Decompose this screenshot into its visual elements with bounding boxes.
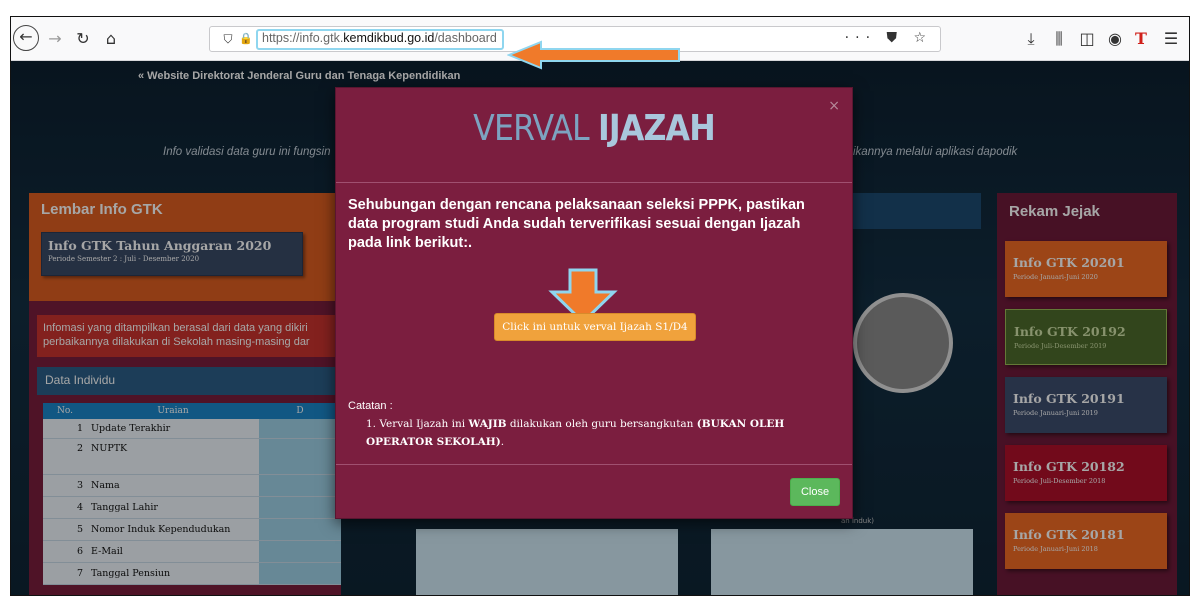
table-row: 4 Tanggal Lahir xyxy=(43,497,341,519)
modal-title: VERVAL IJAZAH xyxy=(367,108,821,149)
modal-title-verval: VERVAL xyxy=(473,108,590,149)
pocket-icon[interactable]: ⛊ xyxy=(886,30,903,46)
rekam-jejak-item[interactable]: Info GTK 20182 Periode Juli-Desember 201… xyxy=(1005,445,1167,501)
avatar xyxy=(853,293,953,393)
menu-icon[interactable]: ☰ xyxy=(1159,27,1183,51)
annotation-arrow-icon xyxy=(507,40,680,70)
url-actions: ··· ⛊ ☆ xyxy=(845,30,932,46)
table-row: 3 Nama xyxy=(43,475,341,497)
rekam-item-title: Info GTK 20182 xyxy=(1013,459,1125,474)
lembar-info-title: Lembar Info GTK xyxy=(41,201,163,218)
rekam-item-period: Periode Juli-Desember 2019 xyxy=(1014,342,1107,350)
rekam-item-period: Periode Januari-Juni 2018 xyxy=(1013,545,1098,553)
modal-footer-divider xyxy=(336,464,852,465)
verval-ijazah-button[interactable]: Click ini untuk verval Ijazah S1/D4 xyxy=(494,313,696,341)
site-link[interactable]: « Website Direktorat Jenderal Guru dan T… xyxy=(138,70,460,82)
back-icon[interactable]: ← xyxy=(13,25,39,51)
table-header: No. Uraian D xyxy=(43,403,341,419)
close-button[interactable]: Close xyxy=(790,478,840,506)
rekam-jejak-panel: Rekam Jejak Info GTK 20201 Periode Janua… xyxy=(997,193,1177,595)
close-icon[interactable]: × xyxy=(828,98,840,114)
downloads-icon[interactable]: ⤓ xyxy=(1019,27,1043,51)
lock-icon[interactable]: 🔒 xyxy=(234,27,258,51)
modal-divider xyxy=(336,182,852,183)
info-card-title: Info GTK Tahun Anggaran 2020 xyxy=(48,238,272,253)
info-card-period: Periode Semester 2 : Juli - Desember 202… xyxy=(48,255,200,263)
data-individu-header: Data Individu xyxy=(37,367,341,395)
rekam-item-title: Info GTK 20181 xyxy=(1013,527,1125,542)
rekam-item-period: Periode Januari-Juni 2019 xyxy=(1013,409,1098,417)
page-subtitle-left: Info validasi data guru ini fungsin xyxy=(163,146,331,158)
library-icon[interactable]: ⫼ xyxy=(1047,27,1071,51)
rekam-item-title: Info GTK 20192 xyxy=(1014,324,1126,339)
modal-body-text: Sehubungan dengan rencana pelaksanaan se… xyxy=(348,197,805,251)
forward-icon[interactable]: → xyxy=(43,27,67,51)
catatan-label: Catatan : xyxy=(348,400,393,412)
notice-line-2: perbaikannya dilakukan di Sekolah masing… xyxy=(43,336,310,348)
url-text[interactable]: https://info.gtk.kemdikbud.go.id/dashboa… xyxy=(262,31,497,45)
browser-window: ← → ↻ ⌂ ⛉ 🔒 https://info.gtk.kemdikbud.g… xyxy=(10,16,1190,596)
rekam-item-title: Info GTK 20191 xyxy=(1013,391,1125,406)
rekam-item-period: Periode Juli-Desember 2018 xyxy=(1013,477,1106,485)
table-row: 7 Tanggal Pensiun xyxy=(43,563,341,585)
bookmark-star-icon[interactable]: ☆ xyxy=(913,30,932,46)
reload-icon[interactable]: ↻ xyxy=(71,27,95,51)
col-uraian: Uraian xyxy=(157,406,189,416)
sidebar-icon[interactable]: ◫ xyxy=(1075,27,1099,51)
col-data: D xyxy=(296,406,304,416)
rekam-jejak-title: Rekam Jejak xyxy=(1009,203,1100,220)
modal-title-ijazah: IJAZAH xyxy=(598,108,716,149)
extension-t-icon[interactable]: T xyxy=(1129,27,1153,51)
verval-ijazah-modal: × VERVAL IJAZAH Sehubungan dengan rencan… xyxy=(335,87,853,519)
table-row: 2 NUPTK xyxy=(43,439,341,475)
info-gtk-card[interactable]: Info GTK Tahun Anggaran 2020 Periode Sem… xyxy=(41,232,303,276)
rekam-jejak-item[interactable]: Info GTK 20201 Periode Januari-Juni 2020 xyxy=(1005,241,1167,297)
rekam-item-period: Periode Januari-Juni 2020 xyxy=(1013,273,1098,281)
notice-line-1: Infomasi yang ditampilkan berasal dari d… xyxy=(43,322,308,334)
home-icon[interactable]: ⌂ xyxy=(99,27,123,51)
profile-data-panel: ah induk) xyxy=(711,517,973,595)
lembar-info-panel: Lembar Info GTK Info GTK Tahun Anggaran … xyxy=(29,193,341,595)
data-individu-table: No. Uraian D 1 Update Terakhir 2 NUPTK 3 Na… xyxy=(43,403,341,585)
table-row: 1 Update Terakhir xyxy=(43,419,341,439)
table-row: 6 E-Mail xyxy=(43,541,341,563)
middle-data-panel xyxy=(416,529,678,595)
notice-box: Infomasi yang ditampilkan berasal dari d… xyxy=(37,315,341,357)
lembar-info-header: Lembar Info GTK Info GTK Tahun Anggaran … xyxy=(29,193,341,301)
col-no: No. xyxy=(57,406,73,416)
account-icon[interactable]: ◉ xyxy=(1103,27,1127,51)
page-subtitle-right: ikannya melalui aplikasi dapodik xyxy=(853,146,1018,158)
rekam-item-title: Info GTK 20201 xyxy=(1013,255,1125,270)
rekam-jejak-item[interactable]: Info GTK 20191 Periode Januari-Juni 2019 xyxy=(1005,377,1167,433)
table-row: 5 Nomor Induk Kependudukan xyxy=(43,519,341,541)
page-actions-icon[interactable]: ··· xyxy=(845,30,876,46)
rekam-jejak-item[interactable]: Info GTK 20192 Periode Juli-Desember 201… xyxy=(1005,309,1167,365)
rekam-jejak-item[interactable]: Info GTK 20181 Periode Januari-Juni 2018 xyxy=(1005,513,1167,569)
catatan-item: 1. Verval Ijazah ini WAJIB dilakukan ole… xyxy=(366,418,785,448)
